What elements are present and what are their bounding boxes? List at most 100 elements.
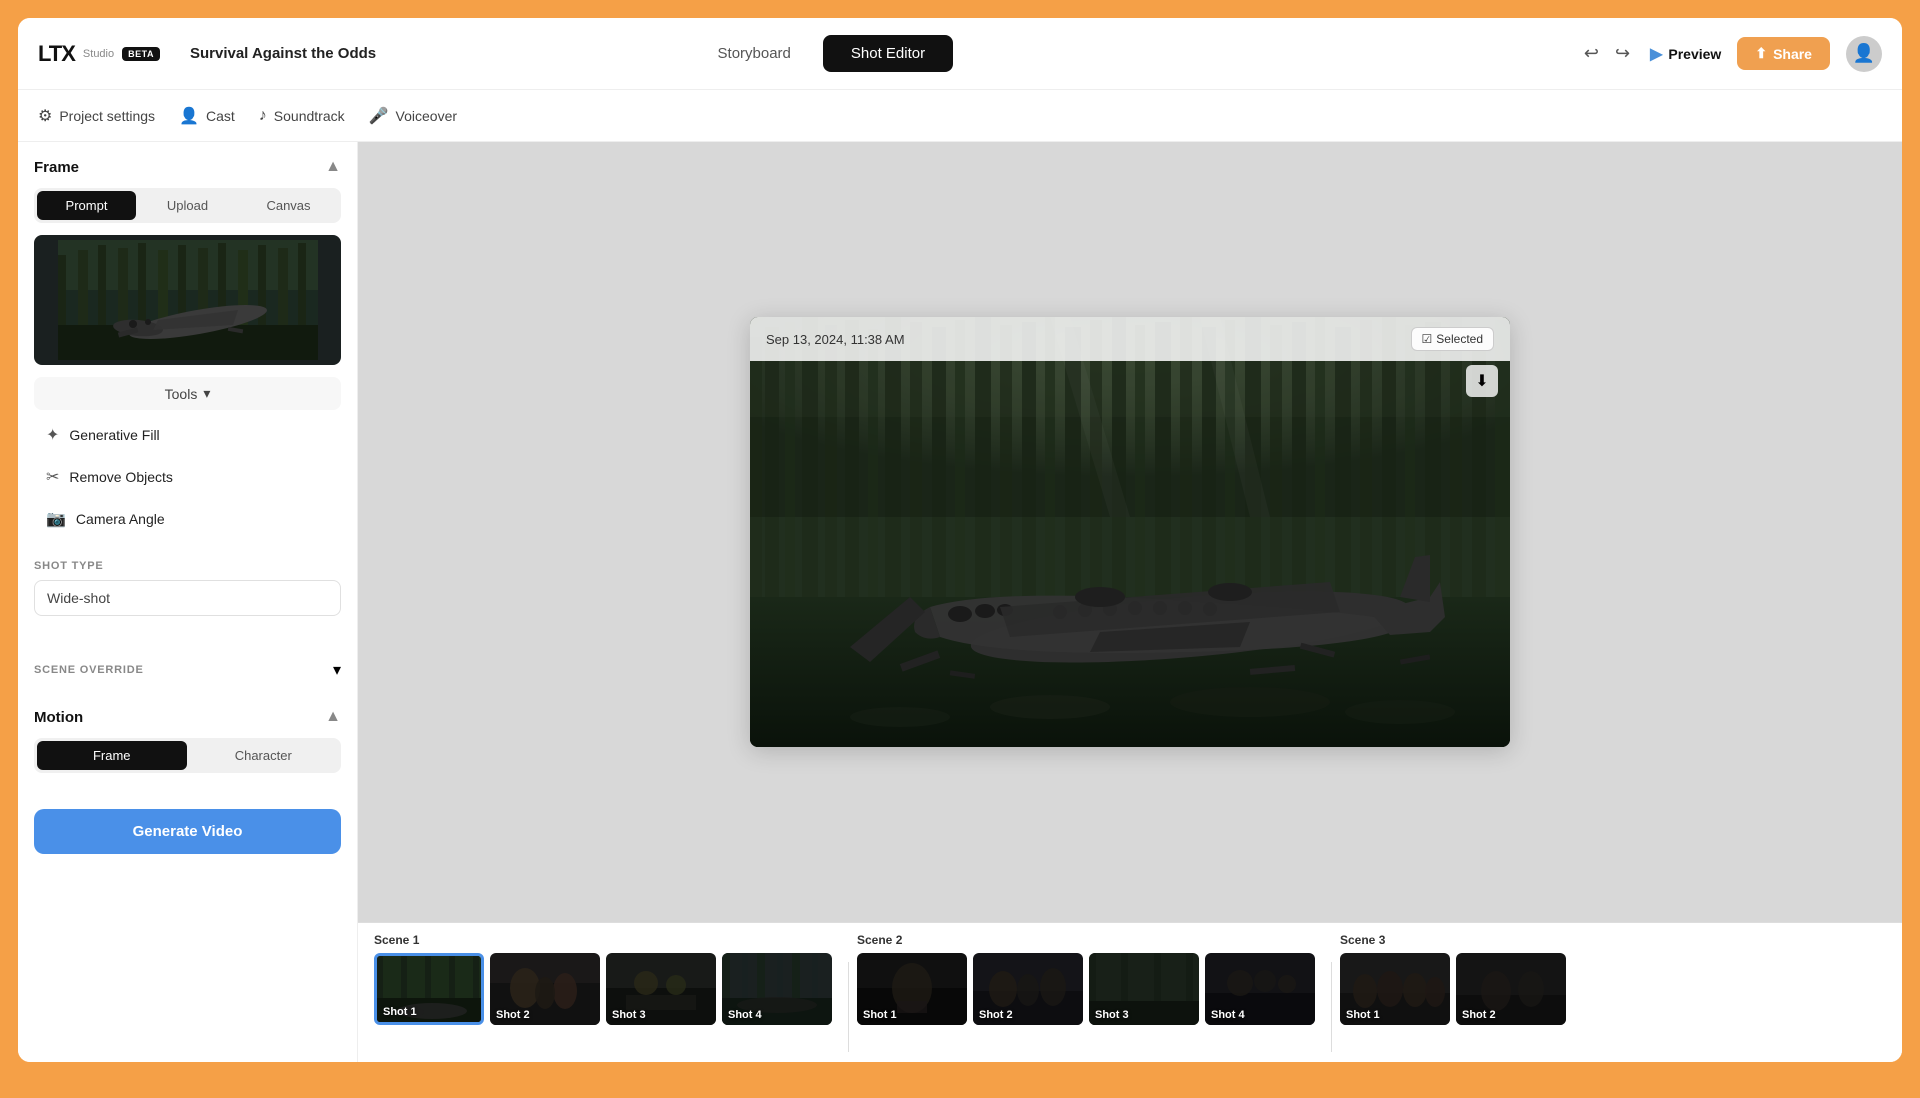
scene1-shot2-label: Shot 2 bbox=[496, 1009, 530, 1021]
shot-image bbox=[750, 317, 1510, 747]
scene2-shot1-label: Shot 1 bbox=[863, 1009, 897, 1021]
avatar: 👤 bbox=[1846, 36, 1882, 72]
scene1-shot3-label: Shot 3 bbox=[612, 1009, 646, 1021]
remove-objects-tool[interactable]: ✂ Remove Objects bbox=[34, 456, 341, 498]
scene3-shot2-thumb[interactable]: Shot 2 bbox=[1456, 953, 1566, 1025]
scene1-shot3-thumb[interactable]: Shot 3 bbox=[606, 953, 716, 1025]
shot-type-section: SHOT TYPE bbox=[34, 560, 341, 632]
remove-objects-icon: ✂ bbox=[46, 467, 59, 487]
camera-angle-label: Camera Angle bbox=[76, 511, 165, 527]
logo-ltx: LTX bbox=[38, 41, 75, 67]
cast-label: Cast bbox=[206, 108, 235, 124]
shot-type-label: SHOT TYPE bbox=[34, 560, 341, 572]
scene2-shot2-label: Shot 2 bbox=[979, 1009, 1013, 1021]
camera-angle-icon: 📷 bbox=[46, 509, 66, 529]
preview-button[interactable]: ▶ Preview bbox=[1650, 44, 1721, 64]
scene2-shot1-thumb[interactable]: Shot 1 bbox=[857, 953, 967, 1025]
scene1-shot2-thumb[interactable]: Shot 2 bbox=[490, 953, 600, 1025]
shot-timestamp: Sep 13, 2024, 11:38 AM ☑ Selected bbox=[750, 317, 1510, 361]
motion-section: Motion ▲ Frame Character bbox=[34, 708, 341, 773]
motion-character-tab[interactable]: Character bbox=[189, 741, 339, 770]
upload-tab[interactable]: Upload bbox=[138, 191, 237, 220]
scene1-shot1-thumb[interactable]: Shot 1 bbox=[374, 953, 484, 1025]
generative-fill-label: Generative Fill bbox=[69, 427, 159, 443]
tools-header[interactable]: Tools ▾ bbox=[34, 377, 341, 410]
storyboard-tab[interactable]: Storyboard bbox=[690, 35, 819, 72]
scene-1-shots: Shot 1 Shot 2 bbox=[374, 953, 832, 1025]
scene2-shot2-thumb[interactable]: Shot 2 bbox=[973, 953, 1083, 1025]
motion-collapse-icon[interactable]: ▲ bbox=[325, 708, 341, 726]
frame-preview-svg bbox=[58, 240, 318, 360]
nav-tabs: Storyboard Shot Editor bbox=[690, 35, 954, 72]
shot-image-svg bbox=[750, 317, 1510, 747]
logo-studio: Studio bbox=[83, 48, 114, 60]
scene-override-chevron-icon: ▾ bbox=[333, 660, 341, 680]
scene2-shot4-thumb[interactable]: Shot 4 bbox=[1205, 953, 1315, 1025]
download-button[interactable]: ⬇ bbox=[1466, 365, 1498, 397]
prompt-tab[interactable]: Prompt bbox=[37, 191, 136, 220]
share-button[interactable]: ⬆ Share bbox=[1737, 37, 1830, 70]
generate-video-button[interactable]: Generate Video bbox=[34, 809, 341, 854]
undo-redo: ↩ ↪ bbox=[1580, 39, 1634, 68]
timeline-strip: Scene 1 bbox=[358, 922, 1902, 1062]
undo-button[interactable]: ↩ bbox=[1580, 39, 1603, 68]
cast-nav[interactable]: 👤 Cast bbox=[179, 102, 235, 130]
generative-fill-tool[interactable]: ✦ Generative Fill bbox=[34, 414, 341, 456]
top-bar-right: ↩ ↪ ▶ Preview ⬆ Share 👤 bbox=[1580, 36, 1882, 72]
secondary-nav: ⚙ Project settings 👤 Cast ♪ Soundtrack 🎤… bbox=[18, 90, 1902, 142]
voiceover-label: Voiceover bbox=[396, 108, 457, 124]
tools-label: Tools bbox=[165, 386, 198, 402]
selected-label: Selected bbox=[1436, 332, 1483, 346]
scene2-shot4-label: Shot 4 bbox=[1211, 1009, 1245, 1021]
settings-icon: ⚙ bbox=[38, 106, 52, 126]
scene-3-label: Scene 3 bbox=[1340, 933, 1566, 947]
scene3-shot1-thumb[interactable]: Shot 1 bbox=[1340, 953, 1450, 1025]
left-panel: Frame ▲ Prompt Upload Canvas bbox=[18, 142, 358, 1062]
remove-objects-label: Remove Objects bbox=[69, 469, 172, 485]
beta-badge: BETA bbox=[122, 47, 160, 61]
redo-button[interactable]: ↪ bbox=[1611, 39, 1634, 68]
scene-3-group: Scene 3 Shot 1 bbox=[1340, 933, 1566, 1025]
frame-section: Frame ▲ Prompt Upload Canvas bbox=[34, 158, 341, 540]
play-icon: ▶ bbox=[1650, 44, 1662, 64]
motion-frame-tab[interactable]: Frame bbox=[37, 741, 187, 770]
top-bar: LTX Studio BETA Survival Against the Odd… bbox=[18, 18, 1902, 90]
motion-title: Motion bbox=[34, 709, 83, 726]
soundtrack-nav[interactable]: ♪ Soundtrack bbox=[259, 103, 345, 129]
scene-override-header[interactable]: SCENE OVERRIDE ▾ bbox=[34, 652, 341, 688]
tools-chevron-icon: ▾ bbox=[203, 385, 210, 402]
center-area: Sep 13, 2024, 11:38 AM ☑ Selected ⬇ bbox=[358, 142, 1902, 1062]
scene1-shot1-label: Shot 1 bbox=[383, 1006, 417, 1018]
shot-frame: Sep 13, 2024, 11:38 AM ☑ Selected ⬇ bbox=[750, 317, 1510, 747]
scene-override-label: SCENE OVERRIDE bbox=[34, 664, 144, 676]
voiceover-nav[interactable]: 🎤 Voiceover bbox=[369, 102, 457, 130]
tools-container: Tools ▾ ✦ Generative Fill ✂ Remove Objec… bbox=[34, 377, 341, 540]
shot-type-input[interactable] bbox=[34, 580, 341, 616]
shot-editor-tab[interactable]: Shot Editor bbox=[823, 35, 953, 72]
cast-icon: 👤 bbox=[179, 106, 199, 126]
scene1-shot4-label: Shot 4 bbox=[728, 1009, 762, 1021]
frame-image-preview bbox=[34, 235, 341, 365]
logo-area: LTX Studio BETA bbox=[38, 41, 160, 67]
divider-2 bbox=[1331, 962, 1332, 1052]
camera-angle-tool[interactable]: 📷 Camera Angle bbox=[34, 498, 341, 540]
frame-collapse-icon[interactable]: ▲ bbox=[325, 158, 341, 176]
selected-icon: ☑ bbox=[1422, 332, 1433, 346]
scene2-shot3-label: Shot 3 bbox=[1095, 1009, 1129, 1021]
mic-icon: 🎤 bbox=[369, 106, 389, 126]
scene1-shot4-thumb[interactable]: Shot 4 bbox=[722, 953, 832, 1025]
main-content: Frame ▲ Prompt Upload Canvas bbox=[18, 142, 1902, 1062]
scene-2-shots: Shot 1 Shot 2 bbox=[857, 953, 1315, 1025]
frame-section-header: Frame ▲ bbox=[34, 158, 341, 176]
preview-label: Preview bbox=[1668, 46, 1721, 62]
canvas-tab[interactable]: Canvas bbox=[239, 191, 338, 220]
scene-3-shots: Shot 1 Shot 2 bbox=[1340, 953, 1566, 1025]
music-icon: ♪ bbox=[259, 107, 267, 125]
timestamp-text: Sep 13, 2024, 11:38 AM bbox=[766, 332, 905, 347]
scene2-shot3-thumb[interactable]: Shot 3 bbox=[1089, 953, 1199, 1025]
share-icon: ⬆ bbox=[1755, 45, 1767, 62]
project-settings-nav[interactable]: ⚙ Project settings bbox=[38, 102, 155, 130]
selected-badge: ☑ Selected bbox=[1411, 327, 1494, 351]
scene3-shot1-label: Shot 1 bbox=[1346, 1009, 1380, 1021]
frame-title: Frame bbox=[34, 159, 79, 176]
